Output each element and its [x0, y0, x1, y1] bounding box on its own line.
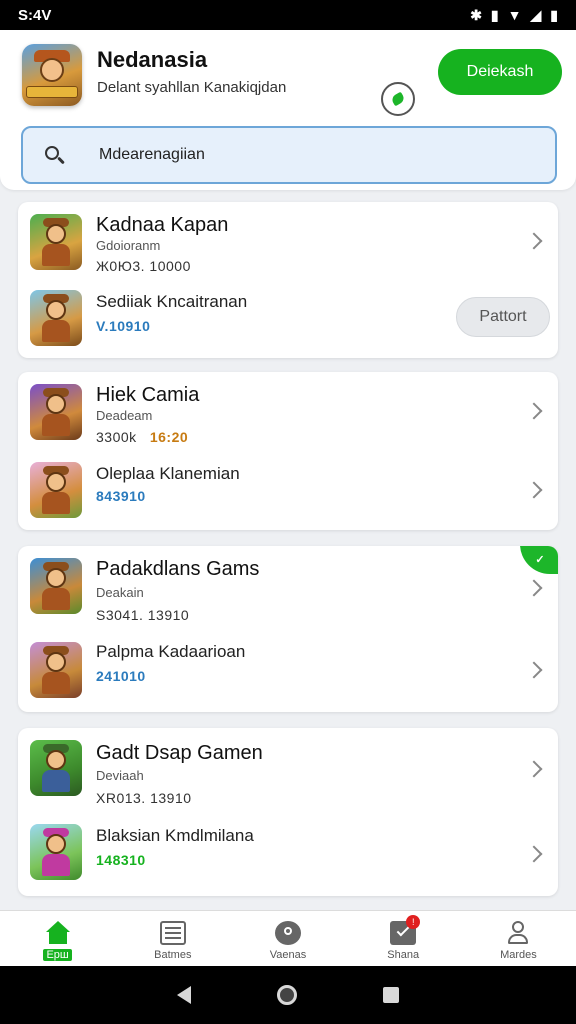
nav-label: Vaenas	[269, 949, 307, 961]
signal-icon: ▮	[490, 6, 499, 23]
verified-icon[interactable]	[381, 82, 415, 116]
chevron-right-icon[interactable]	[525, 579, 543, 597]
list-item[interactable]: Kadnaa Kapan Gdoioranm Ж0Ю3. 10000	[18, 202, 558, 282]
row-subtitle: Deadeam	[96, 408, 153, 423]
game-thumbnail	[30, 824, 82, 880]
system-navigation-bar	[0, 966, 576, 1024]
profile-icon	[505, 921, 531, 945]
row-action-button[interactable]: Pattort	[456, 297, 550, 337]
notification-badge: !	[406, 915, 421, 929]
row-subtitle: Deakain	[96, 585, 144, 600]
battery-icon: ▮	[550, 6, 558, 23]
nav-label: Shana	[387, 949, 420, 961]
game-thumbnail	[30, 384, 82, 440]
status-icons: ✱ ▮ ▼ ◢ ▮	[470, 7, 558, 24]
game-thumbnail	[30, 642, 82, 698]
nav-item-home[interactable]: Ерш	[0, 911, 115, 966]
cellular-icon: ◢	[530, 6, 542, 23]
share-icon: !	[390, 915, 421, 945]
list-item[interactable]: Padakdlans Gams Deakain S3041. 13910	[18, 546, 558, 626]
list-item[interactable]: Palpma Kadaarioan 241010	[18, 630, 558, 710]
chevron-right-icon[interactable]	[525, 481, 543, 499]
search-value: Mdearenagiian	[99, 146, 205, 163]
app-header: Nedanasia Delant syahllan Kanakiqjdan De…	[0, 30, 576, 190]
nav-label: Mardes	[500, 949, 537, 961]
disc-icon	[275, 921, 301, 945]
bluetooth-icon: ✱	[470, 6, 482, 23]
row-name: Oleplaa Klanemian	[96, 464, 240, 483]
game-card: Kadnaa Kapan Gdoioranm Ж0Ю3. 10000 Sedii…	[18, 202, 558, 358]
nav-item-share[interactable]: ! Shana	[346, 911, 461, 966]
row-title: Padakdlans Gams	[96, 558, 260, 580]
app-logo-icon	[22, 44, 82, 106]
nav-label: Ерш	[43, 949, 72, 961]
home-circle-icon[interactable]	[277, 985, 297, 1005]
row-meta: Ж0Ю3. 10000	[96, 258, 191, 274]
list-item[interactable]: Gadt Dsap Gamen Deviaah XR013. 13910	[18, 728, 558, 808]
game-thumbnail	[30, 462, 82, 518]
row-version: V.10910	[96, 318, 151, 334]
row-version: 843910	[96, 488, 146, 504]
search-icon	[43, 144, 65, 166]
list-item[interactable]: Blaksiаn Kmdlmilana 148310	[18, 812, 558, 892]
row-title: Kadnaa Kapan	[96, 214, 229, 236]
row-name: Blaksiаn Kmdlmilana	[96, 826, 254, 845]
row-meta: XR013. 13910	[96, 790, 192, 806]
game-card: Hiek Camia Deadeam 3300k 16:20 Oleplaa K…	[18, 372, 558, 530]
row-meta: S3041. 13910	[96, 607, 190, 623]
bottom-navigation: Ерш Batmes Vaenas ! Shana Mardes	[0, 910, 576, 966]
nav-item-disc[interactable]: Vaenas	[230, 911, 345, 966]
nav-item-profile[interactable]: Mardes	[461, 911, 576, 966]
nav-label: Batmes	[154, 949, 192, 961]
row-subtitle: Deviaah	[96, 768, 144, 783]
row-meta-time: 16:20	[149, 429, 189, 445]
nav-item-list[interactable]: Batmes	[115, 911, 230, 966]
chevron-right-icon[interactable]	[525, 845, 543, 863]
back-icon[interactable]	[177, 986, 191, 1004]
home-icon	[45, 921, 71, 945]
wifi-icon: ▼	[507, 7, 522, 23]
list-item[interactable]: Hiek Camia Deadeam 3300k 16:20	[18, 372, 558, 452]
game-card: Gadt Dsap Gamen Deviaah XR013. 13910 Bla…	[18, 728, 558, 896]
chevron-right-icon[interactable]	[525, 661, 543, 679]
game-thumbnail	[30, 558, 82, 614]
list-item[interactable]: Sediiak Kncaitranan V.10910 Pattort	[18, 278, 558, 358]
row-title: Hiek Camia	[96, 384, 200, 406]
app-title: Nedanasia	[97, 47, 208, 72]
row-subtitle: Gdoioranm	[96, 238, 161, 253]
list-item[interactable]: Oleplaa Klanemian 843910	[18, 450, 558, 530]
search-input[interactable]: Mdearenagiian	[21, 126, 557, 184]
chevron-right-icon[interactable]	[525, 402, 543, 420]
row-title: Gadt Dsap Gamen	[96, 742, 263, 764]
list-icon	[159, 921, 186, 945]
row-version: 241010	[96, 668, 146, 684]
row-meta-count: 3300k	[96, 429, 137, 445]
row-name: Palpma Kadaarioan	[96, 642, 246, 661]
row-name: Sediiak Kncaitranan	[96, 292, 248, 311]
game-thumbnail	[30, 214, 82, 270]
status-bar: S:4V ✱ ▮ ▼ ◢ ▮	[0, 0, 576, 30]
chevron-right-icon[interactable]	[525, 760, 543, 778]
chevron-right-icon[interactable]	[525, 232, 543, 250]
game-card: ✓ Padakdlans Gams Deakain S3041. 13910 P…	[18, 546, 558, 712]
recent-apps-icon[interactable]	[383, 987, 399, 1003]
row-meta: 3300k 16:20	[96, 429, 188, 445]
row-version: 148310	[96, 852, 146, 868]
game-thumbnail	[30, 740, 82, 796]
primary-action-button[interactable]: Deiekash	[438, 49, 562, 95]
status-time: S:4V	[18, 6, 52, 24]
game-thumbnail	[30, 290, 82, 346]
app-subtitle: Delant syahllan Kanakiqjdan	[97, 79, 287, 96]
